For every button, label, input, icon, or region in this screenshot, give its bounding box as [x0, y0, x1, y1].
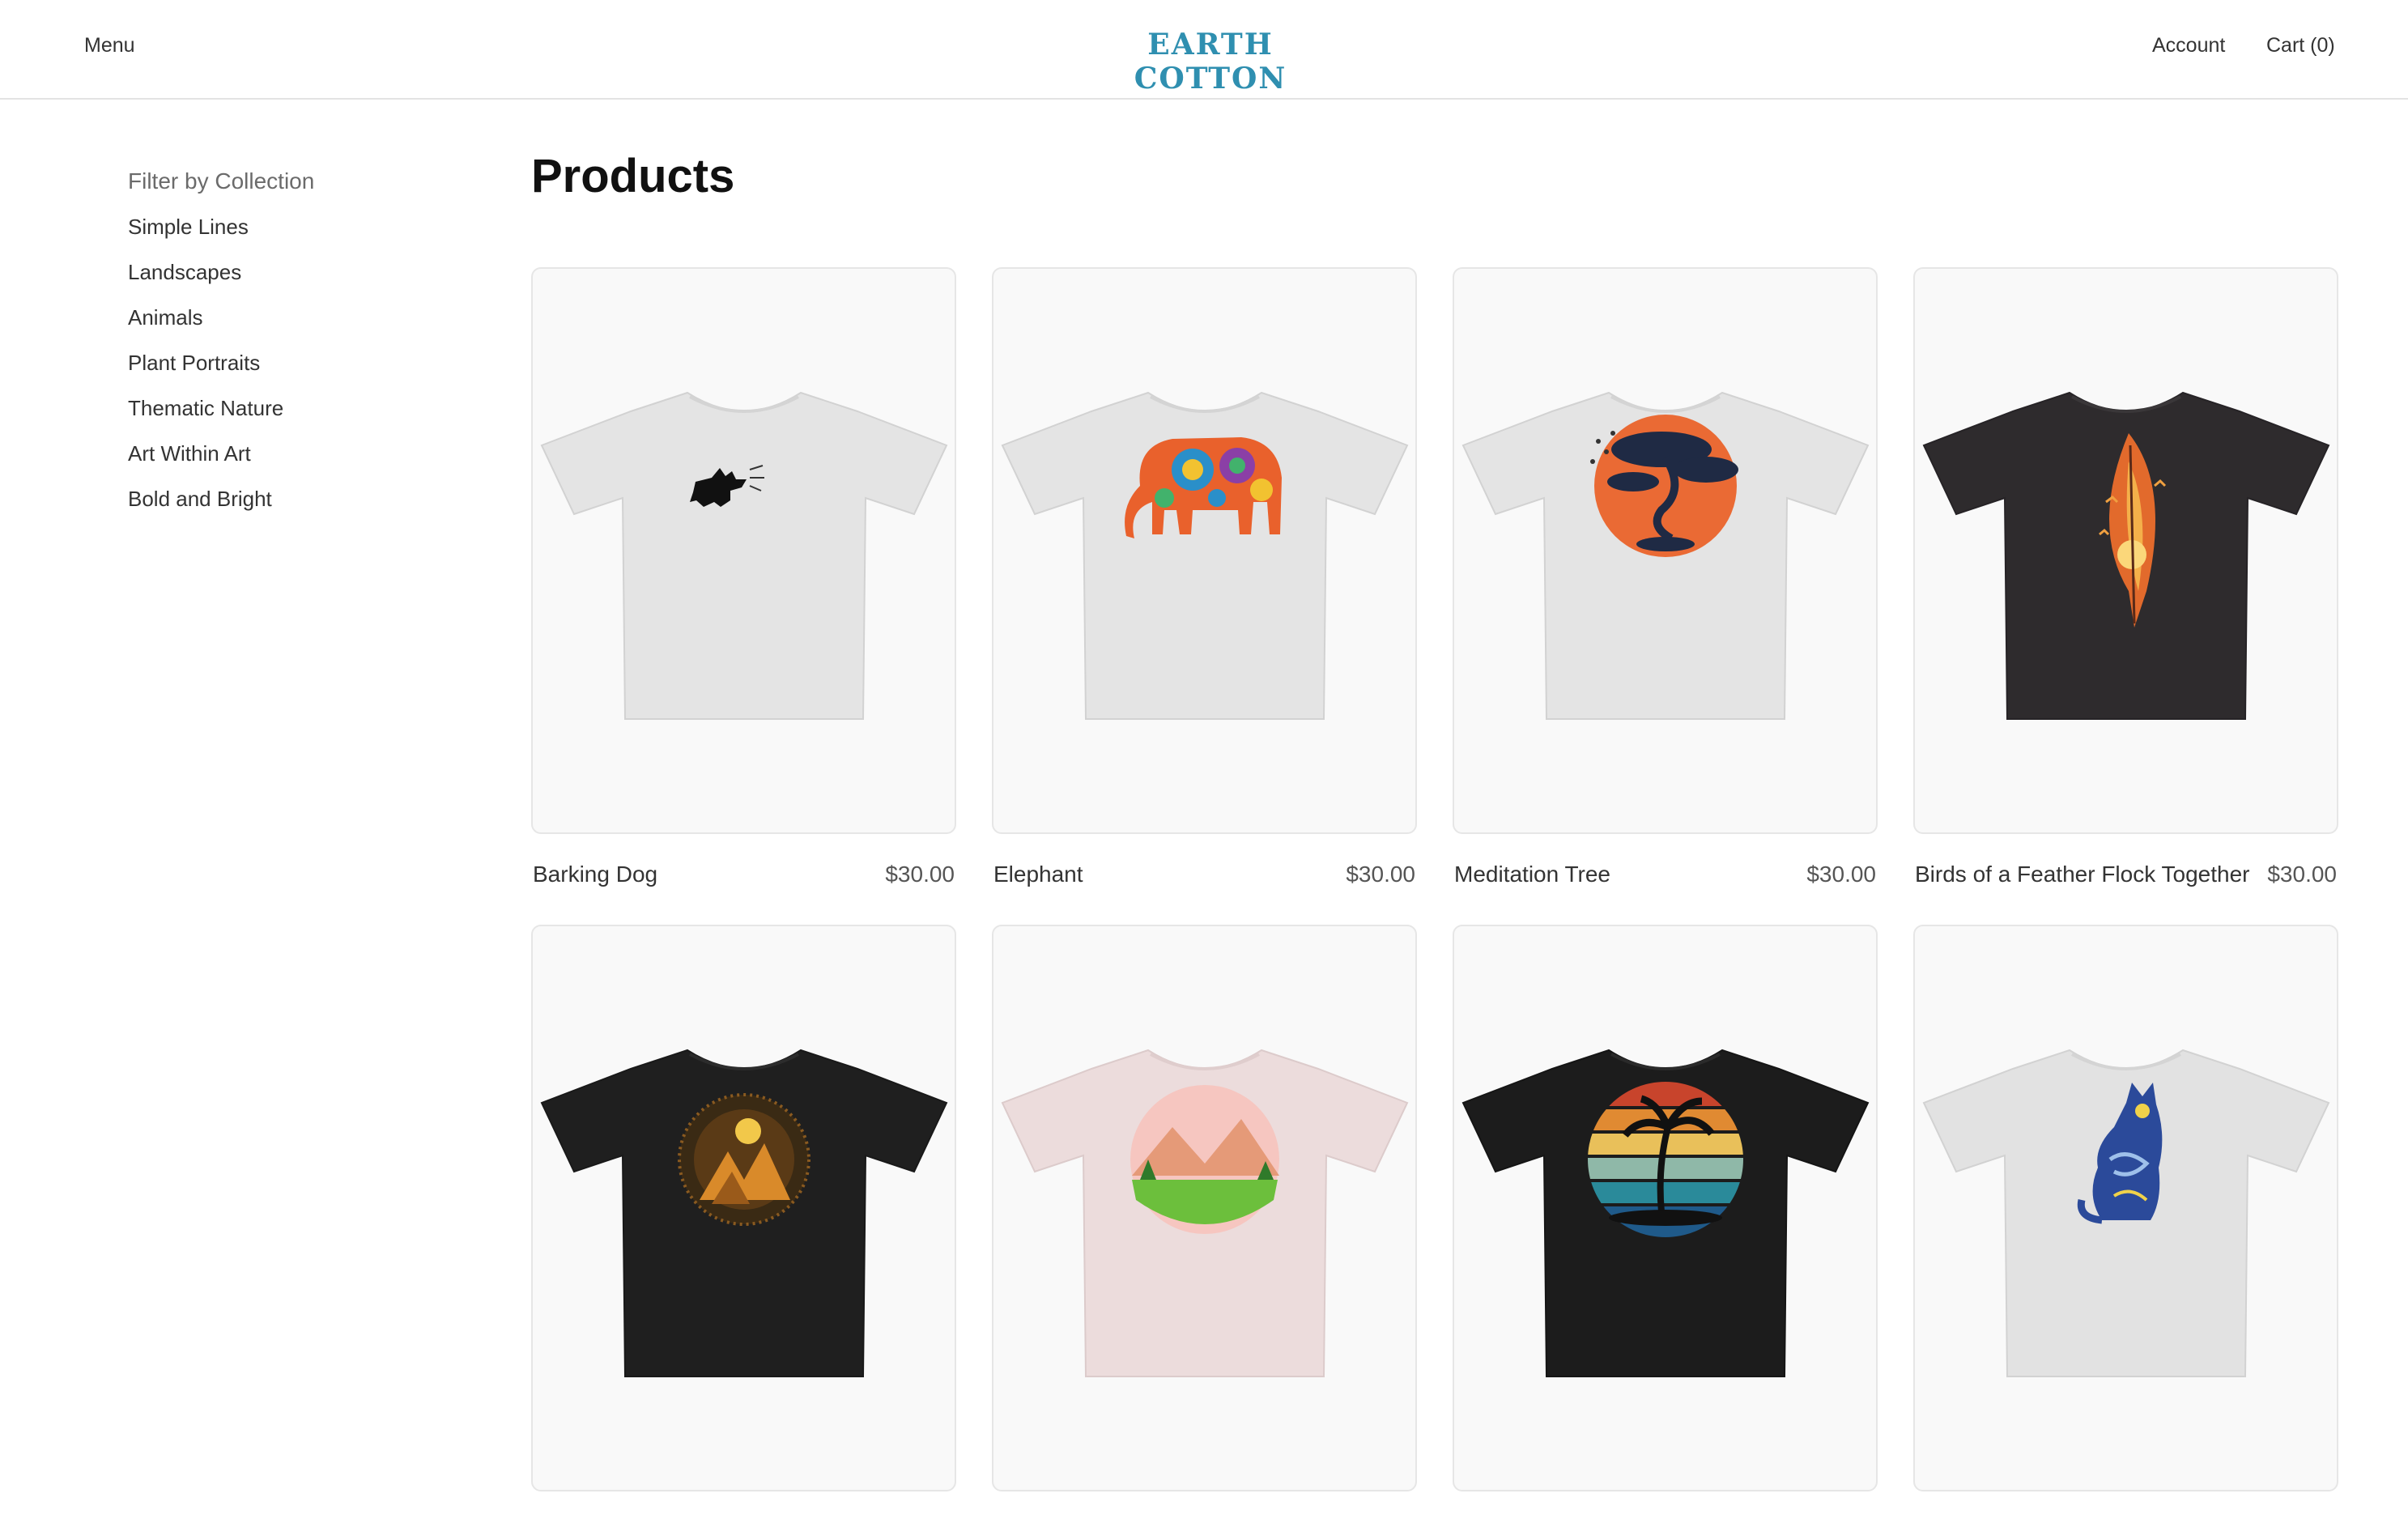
product-name[interactable]: Elephant — [993, 862, 1083, 887]
product-price: $30.00 — [2267, 862, 2337, 887]
pink-landscape-art — [1130, 1085, 1279, 1234]
collection-bold-and-bright[interactable]: Bold and Bright — [128, 484, 468, 530]
product-card[interactable]: Meditation Tree $30.00 — [1453, 267, 1878, 887]
tshirt-shape — [540, 391, 947, 720]
collection-landscapes[interactable]: Landscapes — [128, 257, 468, 303]
product-image[interactable] — [1453, 267, 1878, 834]
product-name[interactable]: Meditation Tree — [1454, 862, 1610, 887]
collection-art-within-art[interactable]: Art Within Art — [128, 439, 468, 484]
product-price: $30.00 — [885, 862, 955, 887]
product-image[interactable] — [1453, 925, 1878, 1491]
product-image[interactable] — [1913, 925, 2338, 1491]
site-header: Menu EARTH COTTON Account Cart (0) — [0, 0, 2408, 100]
product-price: $30.00 — [1346, 862, 1415, 887]
collection-animals[interactable]: Animals — [128, 303, 468, 348]
product-image[interactable] — [992, 267, 1417, 834]
mountain-moon-art — [677, 1093, 810, 1226]
product-image[interactable] — [1913, 267, 2338, 834]
product-name[interactable]: Barking Dog — [533, 862, 657, 887]
collection-thematic-nature[interactable]: Thematic Nature — [128, 394, 468, 439]
product-card[interactable]: Birds of a Feather Flock Together $30.00 — [1913, 267, 2338, 887]
product-image[interactable] — [531, 267, 956, 834]
product-grid: Barking Dog $30.00 Elephant $30.00 Medit… — [531, 267, 2340, 1519]
collection-plant-portraits[interactable]: Plant Portraits — [128, 348, 468, 394]
account-link[interactable]: Account — [2152, 34, 2225, 57]
product-card[interactable] — [531, 925, 956, 1519]
product-card[interactable] — [992, 925, 1417, 1519]
product-image[interactable] — [992, 925, 1417, 1491]
product-card[interactable]: Elephant $30.00 — [992, 267, 1417, 887]
product-card[interactable] — [1913, 925, 2338, 1519]
product-card[interactable]: Barking Dog $30.00 — [531, 267, 956, 887]
product-card[interactable] — [1453, 925, 1878, 1519]
filter-title: Filter by Collection — [128, 168, 315, 194]
page-title: Products — [531, 150, 735, 202]
collection-simple-lines[interactable]: Simple Lines — [128, 212, 468, 257]
product-name[interactable]: Birds of a Feather Flock Together — [1915, 862, 2249, 887]
menu-button[interactable]: Menu — [84, 34, 135, 57]
collection-list: Simple Lines Landscapes Animals Plant Po… — [128, 212, 468, 530]
collection-filter: Filter by Collection Simple Lines Landsc… — [128, 168, 468, 530]
cart-link[interactable]: Cart (0) — [2266, 34, 2335, 57]
brand-logo[interactable]: EARTH COTTON — [1085, 28, 1336, 96]
product-price: $30.00 — [1806, 862, 1876, 887]
product-image[interactable] — [531, 925, 956, 1491]
